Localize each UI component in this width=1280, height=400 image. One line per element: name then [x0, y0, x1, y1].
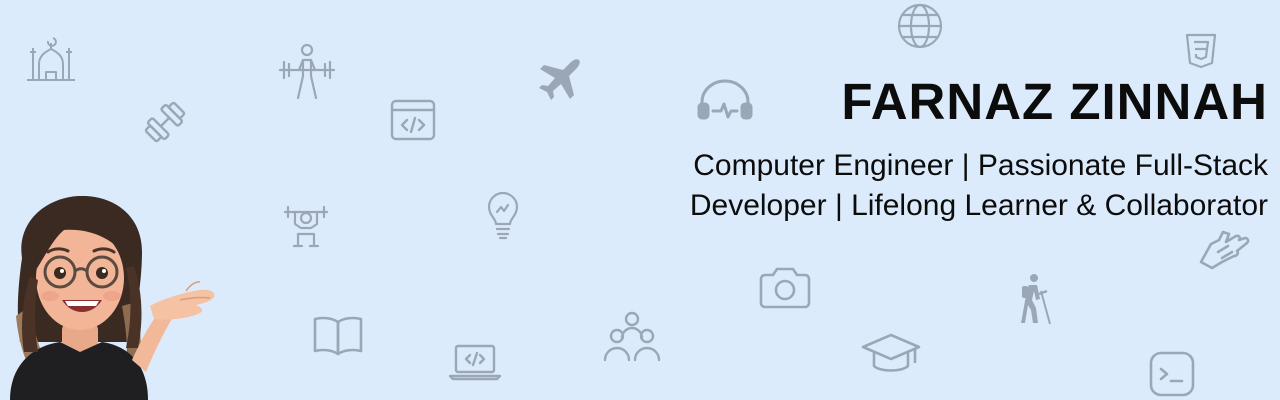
hand-icon: [1196, 224, 1250, 276]
css3-icon: [1184, 33, 1218, 69]
globe-icon: [896, 2, 944, 50]
dumbbell-icon: [140, 98, 190, 146]
tagline-line-1: Computer Engineer | Passionate Full-Stac…: [693, 149, 1268, 182]
camera-icon: [758, 266, 812, 310]
code-window-icon: [389, 98, 437, 142]
mosque-icon: [24, 34, 78, 82]
airplane-icon: [536, 57, 582, 103]
workout-icon: [282, 204, 330, 250]
hiker-icon: [1018, 272, 1054, 326]
laptop-code-icon: [448, 343, 502, 381]
profile-tagline: Computer Engineer | Passionate Full-Stac…: [568, 146, 1268, 226]
tagline-line-2: Developer | Lifelong Learner & Collabora…: [689, 189, 1268, 222]
avatar: [0, 195, 220, 400]
people-icon: [602, 310, 662, 362]
profile-name: FARNAZ ZINNAH: [841, 73, 1268, 130]
lightbulb-icon: [486, 192, 520, 240]
graduation-cap-icon: [860, 331, 922, 379]
barbell-icon: [276, 42, 338, 102]
terminal-icon: [1148, 350, 1196, 398]
book-icon: [312, 314, 364, 356]
headphones-icon: [696, 78, 754, 120]
profile-banner: FARNAZ ZINNAH Computer Engineer | Passio…: [0, 0, 1280, 400]
